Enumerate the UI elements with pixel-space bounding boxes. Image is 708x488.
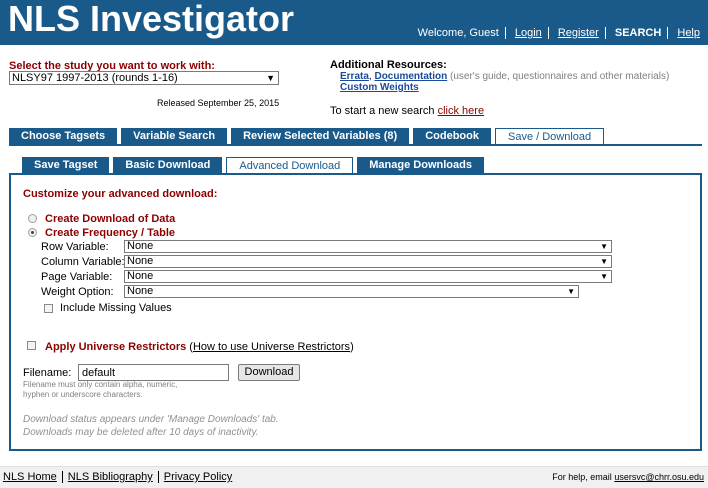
welcome-text: Welcome, Guest (417, 27, 499, 39)
subtab-advanced-download[interactable]: Advanced Download (226, 157, 354, 174)
download-status-note: Download status appears under 'Manage Do… (23, 413, 279, 439)
custom-weights-link[interactable]: Custom Weights (340, 82, 419, 93)
tab-codebook[interactable]: Codebook (413, 128, 491, 144)
page-variable-label: Page Variable: (41, 271, 113, 283)
additional-resources-title: Additional Resources: (330, 59, 447, 71)
footer-help: For help, email usersvc@chrr.osu.edu (552, 472, 704, 482)
column-variable-value: None (127, 255, 154, 267)
dropdown-arrow-icon: ▼ (600, 242, 608, 251)
dropdown-arrow-icon: ▼ (567, 287, 575, 296)
column-variable-label: Column Variable: (41, 256, 125, 268)
advanced-download-panel: Customize your advanced download: Create… (9, 173, 702, 451)
resources-line: Errata, Documentation (user's guide, que… (340, 71, 670, 82)
radio-create-frequency-label[interactable]: Create Frequency / Table (45, 227, 175, 239)
new-search-prefix: To start a new search (330, 105, 438, 117)
radio-create-frequency[interactable] (28, 228, 37, 237)
dropdown-arrow-icon: ▼ (600, 272, 608, 281)
study-select-value: NLSY97 1997-2013 (rounds 1-16) (12, 72, 178, 84)
footer-privacy-link[interactable]: Privacy Policy (164, 471, 232, 483)
weight-option-select[interactable]: None ▼ (124, 285, 579, 298)
include-missing-checkbox[interactable] (44, 304, 53, 313)
radio-create-download-label[interactable]: Create Download of Data (45, 213, 175, 225)
row-variable-label: Row Variable: (41, 241, 109, 253)
status-note-line2: Downloads may be deleted after 10 days o… (23, 427, 259, 438)
subtab-save-tagset[interactable]: Save Tagset (22, 157, 110, 173)
universe-restrictors-line: Apply Universe Restrictors (How to use U… (45, 341, 354, 353)
header-bar: NLS Investigator Welcome, Guest Login Re… (0, 0, 708, 45)
filename-label: Filename: (23, 367, 72, 379)
tab-review-selected-variables[interactable]: Review Selected Variables (8) (231, 128, 410, 144)
search-link[interactable]: SEARCH (615, 27, 661, 39)
page-variable-value: None (127, 270, 154, 282)
page-variable-select[interactable]: None ▼ (124, 270, 612, 283)
subtab-manage-downloads[interactable]: Manage Downloads (357, 157, 484, 173)
dropdown-arrow-icon: ▼ (600, 257, 608, 266)
weight-option-label: Weight Option: (41, 286, 114, 298)
footer-nls-home-link[interactable]: NLS Home (3, 471, 57, 483)
column-variable-select[interactable]: None ▼ (124, 255, 612, 268)
download-button[interactable]: Download (238, 364, 300, 381)
register-link[interactable]: Register (558, 27, 599, 39)
top-nav: Welcome, Guest Login Register SEARCH Hel… (414, 27, 704, 40)
filename-hint: Filename must only contain alpha, numeri… (23, 380, 178, 399)
documentation-note: (user's guide, questionnaires and other … (447, 71, 670, 82)
main-tabs-underline (9, 144, 702, 146)
new-search-text: To start a new search click here (330, 105, 484, 117)
weight-option-value: None (127, 285, 154, 297)
include-missing-label: Include Missing Values (60, 302, 172, 314)
login-link[interactable]: Login (515, 27, 542, 39)
sub-tabs: Save Tagset Basic Download Advanced Down… (22, 157, 488, 174)
main-tabs: Choose Tagsets Variable Search Review Se… (9, 128, 608, 145)
status-note-line1: Download status appears under 'Manage Do… (23, 414, 279, 425)
release-date: Released September 25, 2015 (157, 98, 280, 108)
footer-help-prefix: For help, email (552, 472, 615, 482)
radio-create-download[interactable] (28, 214, 37, 223)
footer-bibliography-link[interactable]: NLS Bibliography (68, 471, 153, 483)
errata-link[interactable]: Errata (340, 71, 369, 82)
tab-save-download[interactable]: Save / Download (494, 128, 605, 145)
panel-title: Customize your advanced download: (23, 188, 218, 200)
tab-choose-tagsets[interactable]: Choose Tagsets (9, 128, 118, 144)
dropdown-arrow-icon: ▼ (266, 73, 275, 83)
footer-help-email-link[interactable]: usersvc@chrr.osu.edu (614, 472, 704, 482)
new-search-link[interactable]: click here (438, 105, 484, 117)
help-link[interactable]: Help (677, 27, 700, 39)
row-variable-value: None (127, 240, 154, 252)
subtab-basic-download[interactable]: Basic Download (113, 157, 223, 173)
footer-links: NLS Home NLS Bibliography Privacy Policy (3, 471, 232, 484)
custom-weights-line: Custom Weights (340, 82, 419, 93)
row-variable-select[interactable]: None ▼ (124, 240, 612, 253)
app-logo: NLS Investigator (8, 0, 295, 39)
tab-variable-search[interactable]: Variable Search (121, 128, 228, 144)
filename-input[interactable]: default (78, 364, 229, 381)
documentation-link[interactable]: Documentation (374, 71, 447, 82)
universe-restrictors-checkbox[interactable] (27, 341, 36, 350)
footer: NLS Home NLS Bibliography Privacy Policy F… (0, 466, 708, 488)
universe-restrictors-label: Apply Universe Restrictors (45, 341, 187, 353)
study-select[interactable]: NLSY97 1997-2013 (rounds 1-16) ▼ (9, 71, 279, 85)
universe-restrictors-help-link[interactable]: How to use Universe Restrictors (193, 341, 350, 353)
